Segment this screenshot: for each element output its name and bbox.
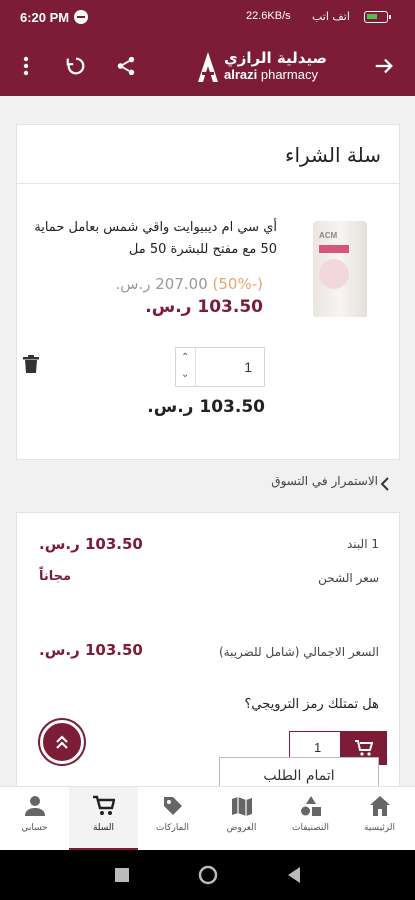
shipping-label: سعر الشحن	[318, 571, 379, 585]
do-not-disturb-icon	[74, 10, 88, 24]
home-circle-icon[interactable]	[198, 865, 218, 885]
nav-categories[interactable]: التصنيفات	[276, 787, 345, 851]
cart-card: سلة الشراء ACM أي سي ام ديبيوايت واقي شم…	[16, 124, 400, 460]
scroll-to-top-button[interactable]	[40, 720, 84, 764]
shipping-value: مجاناً	[39, 569, 72, 584]
logo-english-text: alrazi pharmacy	[224, 67, 318, 82]
line-total: 103.50 ر.س.	[147, 397, 265, 417]
status-time: 6:20 PM	[20, 10, 70, 25]
logo-mark-icon	[198, 52, 218, 82]
recents-icon[interactable]	[114, 867, 130, 883]
items-count-label: 1 البند	[347, 537, 379, 551]
product-name[interactable]: أي سي ام ديبيوايت واقي شمس بعامل حماية 5…	[27, 217, 277, 261]
cart-icon	[355, 740, 373, 756]
double-chevron-up-icon	[56, 735, 68, 749]
app-header: صيدلية الرازي alrazi pharmacy	[0, 36, 415, 96]
nav-home[interactable]: الرئيسية	[345, 787, 414, 851]
status-bar: 6:20 PM 22.6KB/s اتف اتب	[0, 0, 415, 36]
discount-percent: (-50%)	[212, 275, 263, 293]
chevron-left-icon[interactable]	[380, 476, 392, 492]
alrazi-logo: صيدلية الرازي alrazi pharmacy	[198, 48, 328, 86]
nav-account[interactable]: حسابي	[0, 787, 69, 851]
back-triangle-icon[interactable]	[286, 866, 302, 884]
network-speed: 22.6KB/s	[246, 10, 291, 22]
divider	[17, 183, 399, 184]
total-value: 103.50 ر.س.	[39, 641, 143, 659]
share-icon[interactable]	[110, 50, 142, 82]
total-label: السعر الاجمالي (شامل للضريبة)	[218, 645, 379, 659]
trash-icon[interactable]	[23, 355, 39, 373]
forward-arrow-icon[interactable]	[368, 50, 400, 82]
nav-cart[interactable]: السلة	[69, 787, 138, 851]
product-image[interactable]: ACM	[303, 215, 383, 325]
system-navigation-bar	[0, 850, 415, 900]
nav-brands[interactable]: الماركات	[138, 787, 207, 851]
map-icon	[232, 797, 252, 816]
account-icon	[25, 796, 45, 816]
old-price: (-50%) 207.00 ر.س.	[115, 275, 263, 293]
promo-question: هل تمتلك رمز الترويجي؟	[244, 697, 379, 712]
menu-dots-icon[interactable]	[10, 50, 42, 82]
stepper-buttons: ⌃ ⌄	[176, 348, 196, 386]
chevron-up-icon[interactable]: ⌃	[181, 353, 191, 363]
quantity-stepper[interactable]: ⌃ ⌄ 1	[175, 347, 265, 387]
home-icon	[370, 796, 390, 816]
cart-title: سلة الشراء	[285, 143, 381, 167]
battery-icon	[364, 11, 391, 23]
quantity-value: 1	[244, 359, 252, 375]
items-value: 103.50 ر.س.	[39, 535, 143, 553]
refresh-icon[interactable]	[60, 50, 92, 82]
carrier-label: اتف اتب	[312, 10, 350, 23]
chevron-down-icon[interactable]: ⌄	[181, 370, 191, 380]
continue-shopping-link[interactable]: الاستمرار في التسوق	[258, 474, 378, 494]
logo-arabic-text: صيدلية الرازي	[224, 49, 327, 67]
discounted-price: 103.50 ر.س.	[145, 297, 263, 317]
categories-icon	[301, 796, 321, 816]
bottom-navigation: حسابي السلة الماركات العروض التصنيفات ال…	[0, 786, 415, 851]
nav-offers[interactable]: العروض	[207, 787, 276, 851]
cart-icon	[93, 795, 115, 815]
tag-icon	[164, 797, 182, 815]
